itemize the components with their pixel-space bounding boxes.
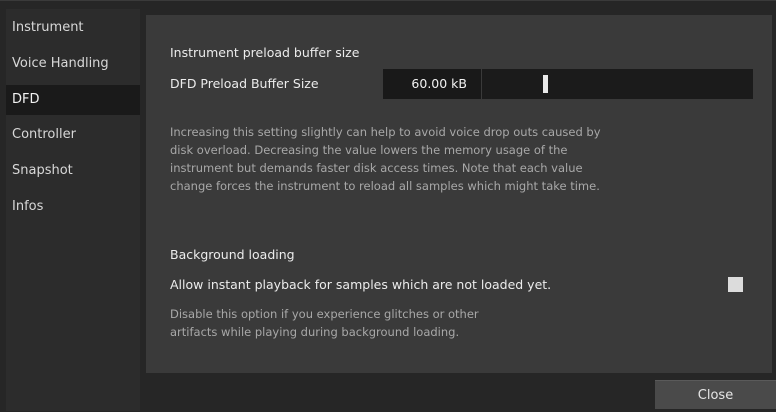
buffer-size-value[interactable]: 60.00 kB xyxy=(383,69,481,99)
note-line: Disable this option if you experience gl… xyxy=(170,307,479,321)
sidebar-item-voice-handling[interactable]: Voice Handling xyxy=(6,49,140,79)
close-button[interactable]: Close xyxy=(655,380,776,409)
sidebar-item-dfd[interactable]: DFD xyxy=(6,85,140,115)
sidebar-item-controller[interactable]: Controller xyxy=(6,120,140,150)
background-loading-note: Disable this option if you experience gl… xyxy=(170,305,479,341)
buffer-size-label: DFD Preload Buffer Size xyxy=(170,76,319,91)
sidebar-item-infos[interactable]: Infos xyxy=(6,192,140,222)
instant-playback-label: Allow instant playback for samples which… xyxy=(170,277,552,292)
note-line: artifacts while playing during backgroun… xyxy=(170,325,460,339)
options-window: Instrument Voice Handling DFD Controller… xyxy=(0,0,776,412)
slider-handle[interactable] xyxy=(543,75,548,93)
description-line: change forces the instrument to reload a… xyxy=(170,179,600,193)
buffer-size-slider[interactable] xyxy=(482,69,753,99)
buffer-description: Increasing this setting slightly can hel… xyxy=(170,123,601,195)
dfd-settings-panel: Instrument preload buffer size DFD Prelo… xyxy=(146,15,772,373)
background-loading-title: Background loading xyxy=(170,247,295,262)
sidebar: Instrument Voice Handling DFD Controller… xyxy=(6,9,140,411)
sidebar-item-snapshot[interactable]: Snapshot xyxy=(6,156,140,186)
description-line: disk overload. Decreasing the value lowe… xyxy=(170,143,568,157)
preload-section-title: Instrument preload buffer size xyxy=(170,45,360,60)
description-line: instrument but demands faster disk acces… xyxy=(170,161,583,175)
description-line: Increasing this setting slightly can hel… xyxy=(170,125,601,139)
sidebar-item-instrument[interactable]: Instrument xyxy=(6,13,140,43)
instant-playback-checkbox[interactable] xyxy=(728,277,743,292)
